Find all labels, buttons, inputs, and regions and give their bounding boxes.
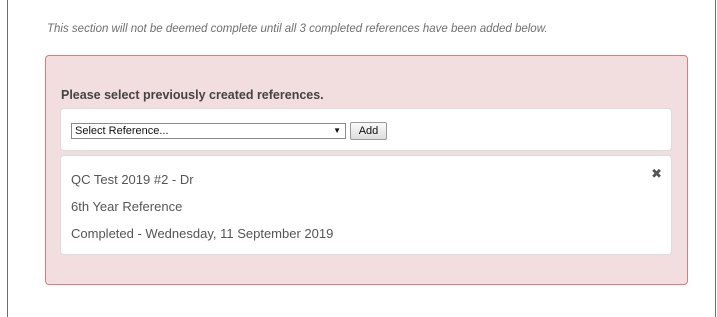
add-button[interactable]: Add (350, 122, 387, 140)
reference-card: QC Test 2019 #2 - Dr 6th Year Reference … (60, 155, 672, 255)
references-panel: Please select previously created referen… (45, 55, 688, 285)
select-reference-well: Select Reference... ▼ Add (60, 108, 672, 151)
reference-status: Completed - Wednesday, 11 September 2019 (71, 226, 334, 241)
close-icon[interactable]: ✖ (651, 166, 662, 182)
reference-type: 6th Year Reference (71, 199, 183, 214)
reference-select[interactable]: Select Reference... ▼ (71, 123, 346, 139)
dropdown-arrow-icon: ▼ (333, 126, 341, 135)
panel-heading: Please select previously created referen… (61, 88, 324, 102)
reference-name: QC Test 2019 #2 - Dr (71, 172, 194, 187)
completion-notice: This section will not be deemed complete… (47, 23, 548, 35)
reference-select-value: Select Reference... (75, 125, 169, 137)
